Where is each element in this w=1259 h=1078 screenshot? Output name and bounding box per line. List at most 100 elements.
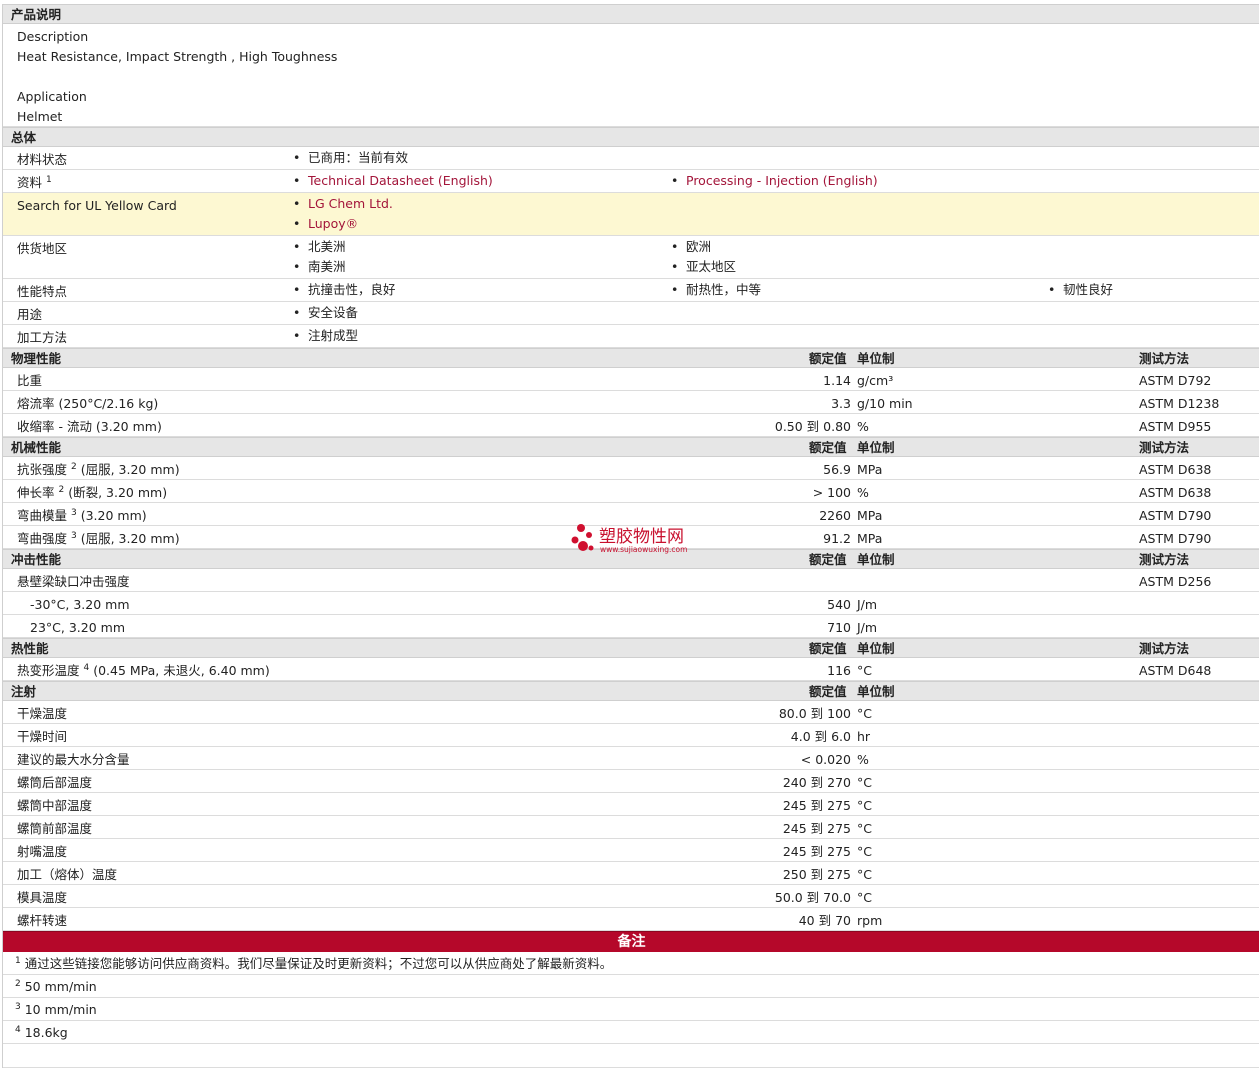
watermark: 塑胶物性网 www.sujiaowuxing.com — [569, 522, 709, 558]
property-unit: °C — [857, 821, 872, 836]
section-general: 总体 — [3, 127, 1259, 147]
property-row: 建议的最大水分含量 < 0.020% — [3, 747, 1259, 770]
property-row: 伸长率 2 (断裂, 3.20 mm) > 100 % ASTM D638 — [3, 480, 1259, 503]
property-value: 91.2 — [823, 531, 851, 546]
method-row: 加工方法 注射成型 — [3, 325, 1259, 348]
property-value: 80.0 到 100 — [778, 706, 851, 721]
property-unit: % — [857, 485, 869, 500]
ul-card-label: Search for UL Yellow Card — [17, 198, 177, 213]
method-value: 注射成型 — [293, 326, 358, 346]
feature-item: 抗撞击性，良好 — [293, 280, 395, 300]
property-unit: J/m — [857, 597, 878, 612]
property-test: ASTM D638 — [1139, 462, 1212, 477]
section-title: 机械性能 — [11, 440, 62, 455]
feature-label: 性能特点 — [17, 284, 68, 299]
property-unit: % — [857, 752, 869, 767]
watermark-dots-icon — [571, 524, 594, 551]
property-value: 250 到 275 — [782, 867, 851, 882]
lg-chem-link[interactable]: LG Chem Ltd. — [293, 194, 393, 214]
header-value: 额定值 — [809, 641, 847, 656]
property-label: 螺筒前部温度 — [17, 821, 93, 836]
header-unit: 单位制 — [857, 552, 895, 567]
header-test: 测试方法 — [1139, 641, 1190, 656]
property-label: 加工（熔体）温度 — [17, 867, 118, 882]
header-unit: 单位制 — [857, 440, 895, 455]
note-item: 2 50 mm/min — [3, 975, 1259, 998]
property-label: 熔流率 (250°C/2.16 kg) — [17, 396, 159, 411]
feature-row: 性能特点 抗撞击性，良好 耐热性，中等 韧性良好 — [3, 279, 1259, 302]
property-value: 1.14 — [823, 373, 851, 388]
section-title: 物理性能 — [11, 351, 62, 366]
property-value: 4.0 到 6.0 — [790, 729, 851, 744]
application-text: Helmet — [17, 109, 63, 124]
property-unit: °C — [857, 663, 872, 678]
header-value: 额定值 — [809, 552, 847, 567]
property-test: ASTM D792 — [1139, 373, 1212, 388]
method-label: 加工方法 — [17, 330, 68, 345]
section-thermal: 热性能 额定值 单位制 测试方法 — [3, 638, 1259, 658]
property-value: 3.3 — [831, 396, 851, 411]
header-unit: 单位制 — [857, 351, 895, 366]
docs-row: 资料 1 Technical Datasheet (English) Proce… — [3, 170, 1259, 193]
region-item: 南美洲 — [293, 257, 345, 277]
note-item: 3 10 mm/min — [3, 998, 1259, 1021]
property-test: ASTM D955 — [1139, 419, 1212, 434]
docs-label: 资料 1 — [17, 174, 52, 190]
section-title: 注射 — [11, 684, 37, 699]
property-unit: °C — [857, 890, 872, 905]
property-row: 螺筒前部温度 245 到 275 °C — [3, 816, 1259, 839]
lupoy-link[interactable]: Lupoy® — [293, 214, 358, 234]
property-row: 23°C, 3.20 mm 710 J/m — [3, 615, 1259, 638]
technical-datasheet-link[interactable]: Technical Datasheet (English) — [293, 171, 493, 191]
ul-card-row: Search for UL Yellow Card LG Chem Ltd. L… — [3, 193, 1259, 236]
property-unit: rpm — [857, 913, 883, 928]
processing-injection-link[interactable]: Processing - Injection (English) — [671, 171, 878, 191]
property-test: ASTM D790 — [1139, 508, 1212, 523]
note-item: 1 通过这些链接您能够访问供应商资料。我们尽量保证及时更新资料；不过您可以从供应… — [3, 952, 1259, 975]
property-value: > 100 — [812, 485, 851, 500]
property-test: ASTM D1238 — [1139, 396, 1220, 411]
datasheet: 产品说明 Description Heat Resistance, Impact… — [2, 4, 1259, 1068]
property-row: 模具温度 50.0 到 70.0 °C — [3, 885, 1259, 908]
region-row: 供货地区 北美洲 欧洲 南美洲 亚太地区 — [3, 236, 1259, 279]
property-row: 悬壁梁缺口冲击强度 ASTM D256 — [3, 569, 1259, 592]
property-value: < 0.020 — [800, 752, 851, 767]
section-title: 总体 — [11, 130, 37, 145]
status-value: 已商用：当前有效 — [293, 148, 408, 168]
property-label: 抗张强度 2 (屈服, 3.20 mm) — [17, 461, 180, 477]
property-unit: g/cm³ — [857, 373, 894, 388]
section-title: 冲击性能 — [11, 552, 62, 567]
feature-item: 韧性良好 — [1048, 280, 1113, 300]
property-unit: °C — [857, 706, 872, 721]
property-unit: MPa — [857, 462, 883, 477]
property-label: 干燥时间 — [17, 729, 68, 744]
property-unit: °C — [857, 798, 872, 813]
property-label: 螺筒中部温度 — [17, 798, 93, 813]
property-value: 56.9 — [823, 462, 851, 477]
section-product: 产品说明 — [3, 4, 1259, 24]
use-label: 用途 — [17, 307, 43, 322]
note-item: 4 18.6kg — [3, 1021, 1259, 1044]
header-unit: 单位制 — [857, 641, 895, 656]
property-row: 干燥温度 80.0 到 100 °C — [3, 701, 1259, 724]
property-label: 模具温度 — [17, 890, 68, 905]
property-label: 热变形温度 4 (0.45 MPa, 未退火, 6.40 mm) — [17, 662, 270, 678]
property-label: 建议的最大水分含量 — [17, 752, 130, 767]
header-value: 额定值 — [809, 684, 847, 699]
property-row: 比重 1.14 g/cm³ ASTM D792 — [3, 368, 1259, 391]
property-value: 245 到 275 — [782, 821, 851, 836]
region-item: 欧洲 — [671, 237, 711, 257]
notes-header: 备注 — [3, 931, 1259, 952]
property-test: ASTM D638 — [1139, 485, 1212, 500]
property-unit: % — [857, 419, 869, 434]
property-label: -30°C, 3.20 mm — [30, 597, 130, 612]
property-label: 弯曲强度 3 (屈服, 3.20 mm) — [17, 530, 180, 546]
property-value: 40 到 70 — [798, 913, 851, 928]
empty-row — [3, 1044, 1259, 1068]
property-row: 射嘴温度 245 到 275 °C — [3, 839, 1259, 862]
application-label: Application — [17, 89, 87, 104]
property-label: 螺筒后部温度 — [17, 775, 93, 790]
property-label: 悬壁梁缺口冲击强度 — [17, 574, 130, 589]
section-physical: 物理性能 额定值 单位制 测试方法 — [3, 348, 1259, 368]
property-row: 熔流率 (250°C/2.16 kg) 3.3 g/10 min ASTM D1… — [3, 391, 1259, 414]
